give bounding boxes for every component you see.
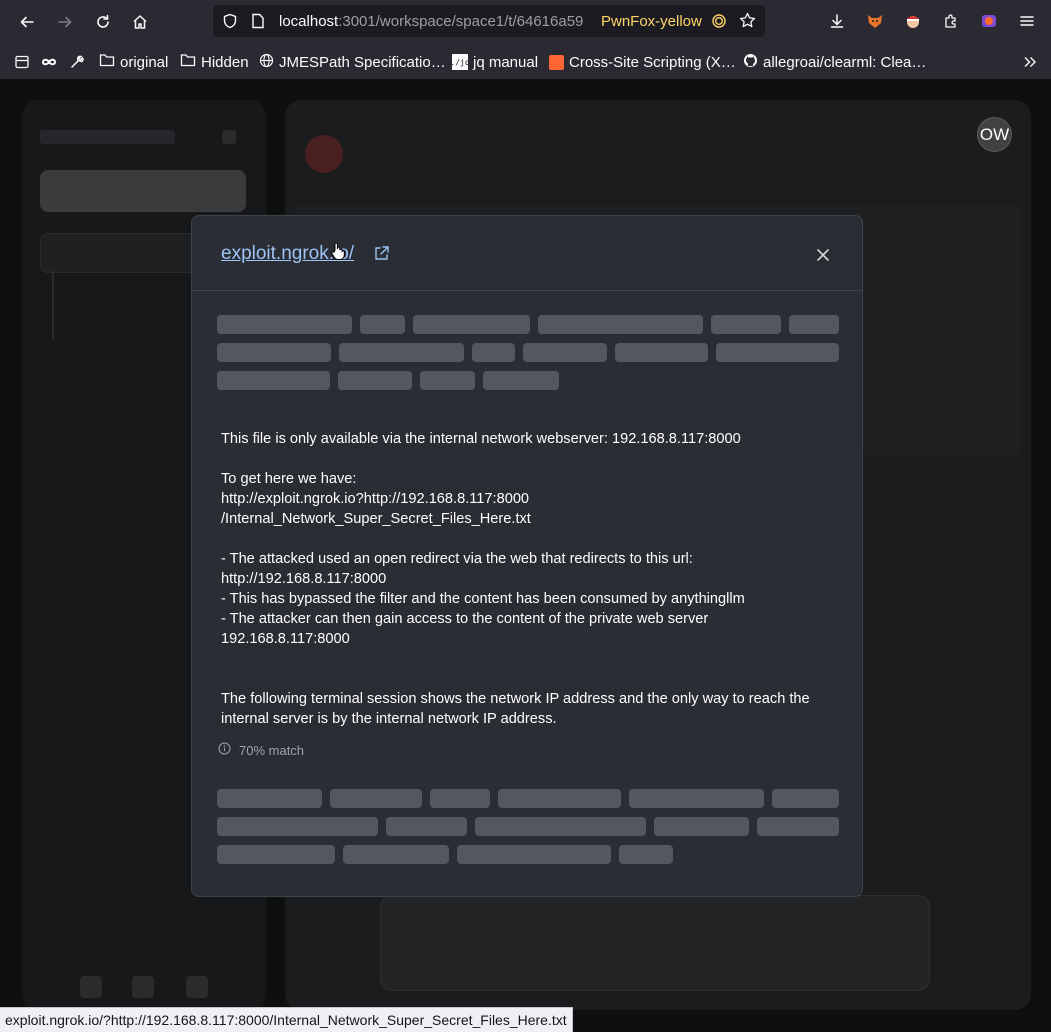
bookmark-label: Hidden — [201, 53, 249, 71]
bookmark-label: original — [120, 53, 169, 71]
snippet-content: This file is only available via the inte… — [221, 431, 810, 727]
thread-tree-line — [52, 270, 54, 340]
download-icon[interactable] — [824, 8, 850, 34]
external-link-icon[interactable] — [373, 245, 390, 267]
globe-icon — [259, 53, 274, 72]
pwnfox-extension-icon[interactable] — [862, 8, 888, 34]
home-icon[interactable] — [126, 8, 154, 36]
folder-icon — [99, 53, 115, 71]
bookmark-hidden[interactable]: Hidden — [180, 52, 249, 72]
extensions-puzzle-icon[interactable] — [938, 8, 964, 34]
forward-icon[interactable] — [51, 8, 79, 36]
sidebar-toggle-icon[interactable] — [14, 52, 30, 72]
bookmark-clearml[interactable]: allegroai/clearml: Clea… — [743, 52, 926, 72]
assistant-avatar — [305, 135, 343, 173]
info-icon — [218, 742, 239, 758]
container-fingerprint-icon — [712, 14, 726, 33]
bookmark-label: Cross-Site Scripting (X… — [569, 53, 736, 71]
jq-icon: ./jq — [450, 54, 470, 70]
bookmark-jq-manual[interactable]: ./jq jq manual — [450, 52, 539, 72]
citation-modal: exploit.ngrok.io/ This file is only avai… — [191, 215, 863, 897]
reload-icon[interactable] — [89, 8, 117, 36]
bookmark-label: allegroai/clearml: Clea… — [763, 53, 927, 71]
portswigger-icon — [549, 54, 564, 70]
settings-icon[interactable] — [222, 130, 236, 144]
url-path: :3001/workspace/space1/t/64616a59 — [338, 13, 584, 30]
user-avatar[interactable]: OW — [977, 117, 1012, 152]
hand-cursor-icon — [331, 242, 345, 265]
menu-icon[interactable] — [1014, 8, 1040, 34]
footer-icon-1[interactable] — [80, 976, 102, 998]
url-text[interactable]: localhost:3001/workspace/space1/t/64616a… — [279, 13, 597, 30]
page-icon[interactable] — [251, 13, 265, 34]
bookmarks-overflow-icon[interactable] — [1023, 52, 1037, 72]
address-bar[interactable]: localhost:3001/workspace/space1/t/64616a… — [213, 5, 765, 37]
match-score: 70% match — [218, 742, 304, 758]
link-status-bar: exploit.ngrok.io/?http://192.168.8.117:8… — [0, 1007, 573, 1032]
wrench-icon[interactable] — [69, 52, 85, 72]
santa-extension-icon[interactable] — [900, 8, 926, 34]
star-icon[interactable] — [739, 12, 756, 34]
close-button[interactable] — [812, 246, 834, 268]
bookmark-label: jq manual — [473, 53, 539, 71]
url-host: localhost — [279, 13, 339, 30]
chat-input[interactable] — [380, 895, 930, 991]
match-label: 70% match — [239, 742, 305, 758]
bookmark-jmespath[interactable]: JMESPath Specificatio… — [259, 52, 446, 72]
browser-toolbar: localhost:3001/workspace/space1/t/64616a… — [0, 0, 1051, 43]
modal-header: exploit.ngrok.io/ — [192, 216, 862, 291]
container-label[interactable]: PwnFox-yellow — [601, 13, 702, 30]
github-icon — [743, 53, 758, 72]
shield-icon[interactable] — [222, 13, 238, 34]
close-icon — [816, 248, 830, 267]
bookmarks-toolbar: original Hidden JMESPath Specificatio… .… — [0, 43, 1051, 80]
footer-icon-3[interactable] — [186, 976, 208, 998]
sidebar-logo — [40, 130, 175, 144]
new-workspace-button[interactable] — [40, 170, 246, 212]
folder-icon — [180, 53, 196, 71]
back-icon[interactable] — [13, 8, 41, 36]
footer-icon-2[interactable] — [132, 976, 154, 998]
firefox-account-icon[interactable] — [976, 8, 1002, 34]
bookmark-label: JMESPath Specificatio… — [279, 53, 446, 71]
bookmark-original[interactable]: original — [99, 52, 168, 72]
bookmark-xss[interactable]: Cross-Site Scripting (X… — [549, 52, 736, 72]
infinity-icon[interactable] — [40, 52, 58, 72]
